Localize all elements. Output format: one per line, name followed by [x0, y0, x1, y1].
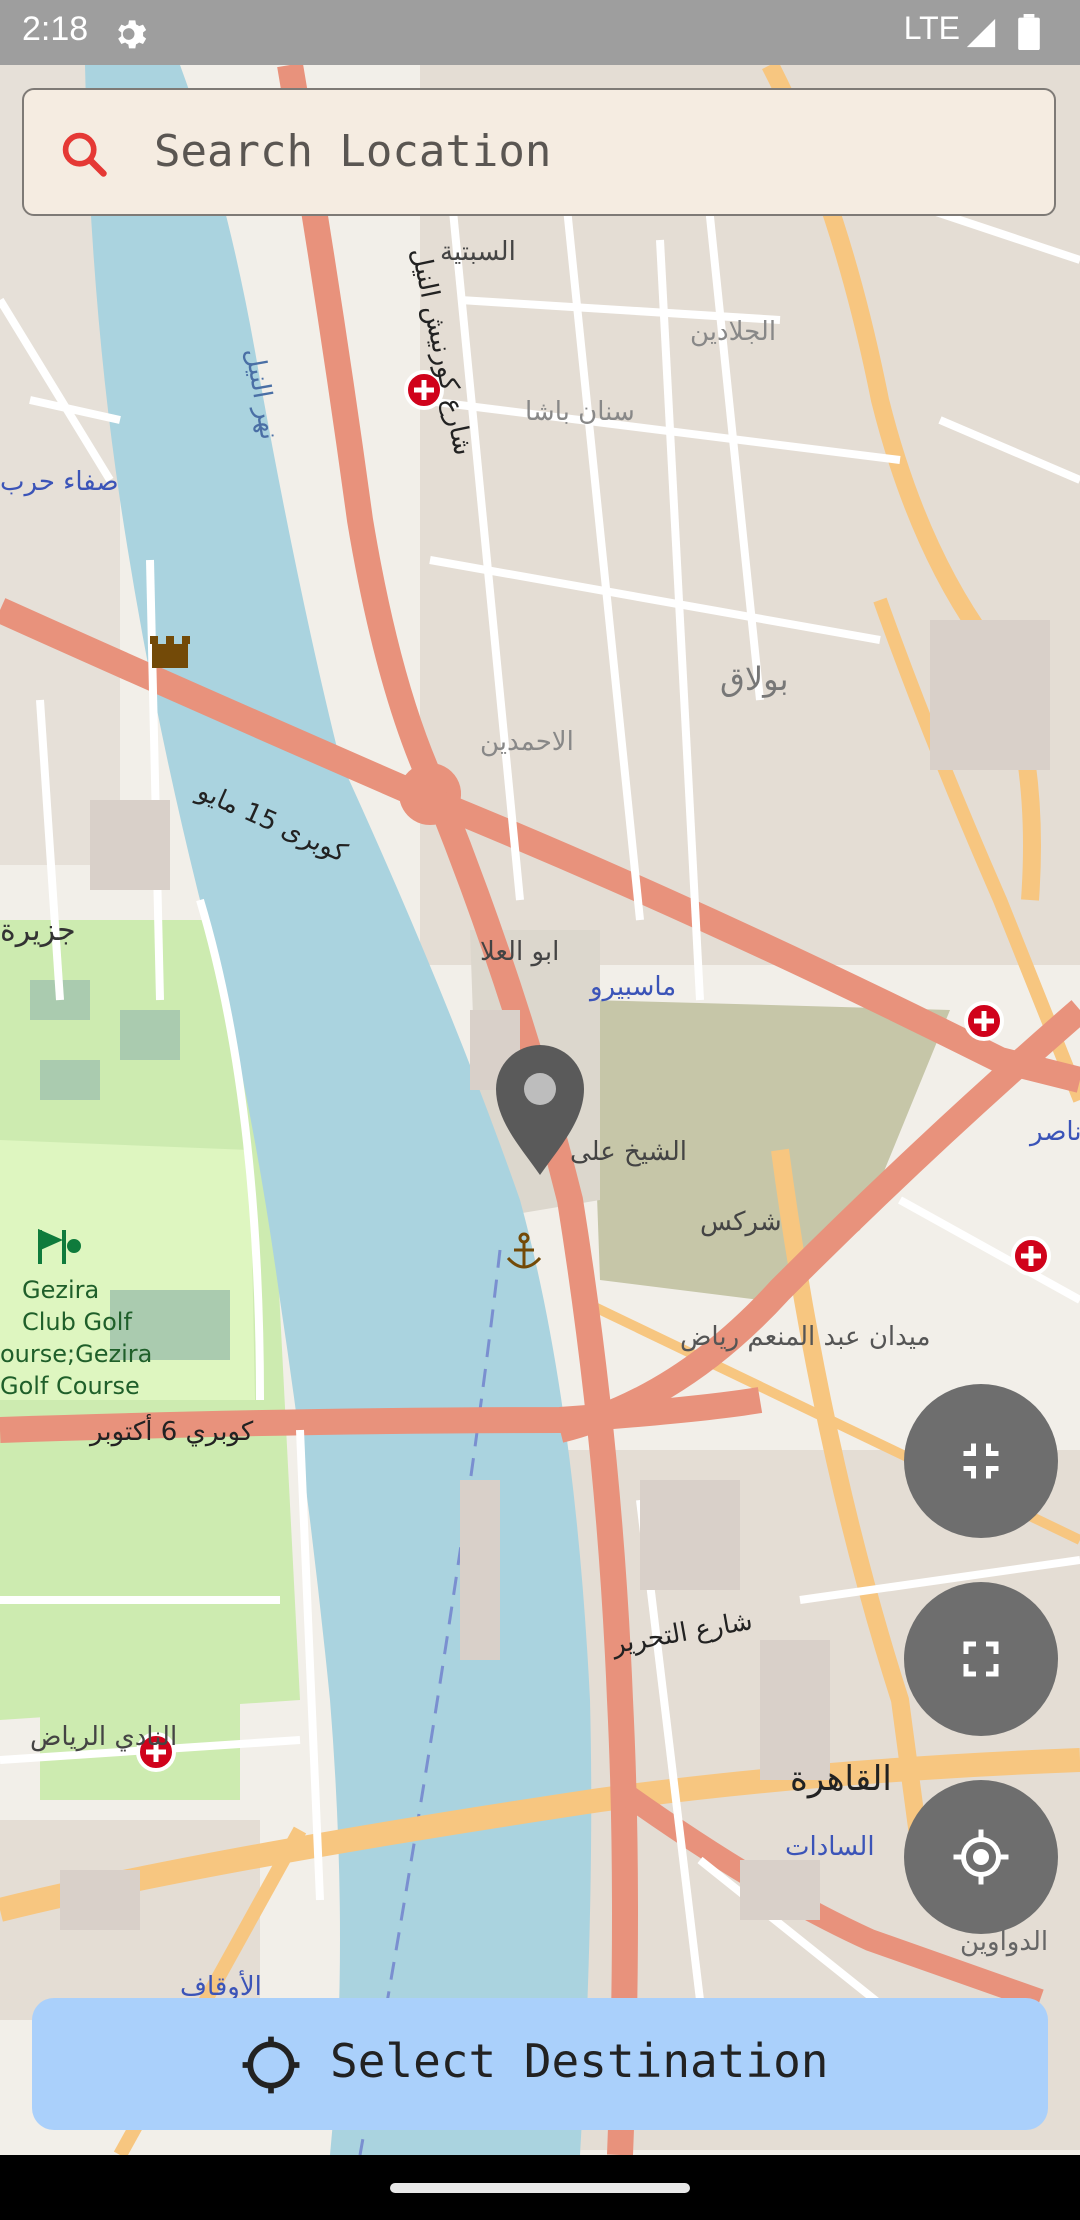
map-label-gezira-club-3: ourse;Gezira — [0, 1340, 152, 1368]
map-label-sherkes: شركس — [700, 1207, 782, 1237]
hospital-marker — [964, 1001, 1004, 1041]
expand-map-button[interactable] — [904, 1582, 1058, 1736]
collapse-icon — [963, 1443, 999, 1479]
map-label-sadat: السادات — [785, 1832, 875, 1862]
battery-icon — [1018, 14, 1040, 50]
castle-icon — [150, 636, 190, 668]
status-time: 2:18 — [22, 10, 89, 48]
map-label-gezira: جزيرة — [0, 913, 76, 948]
navigation-bar — [0, 2155, 1080, 2220]
select-destination-button[interactable]: Select Destination — [32, 1998, 1048, 2130]
search-input[interactable]: Search Location — [154, 126, 551, 177]
collapse-map-button[interactable] — [904, 1384, 1058, 1538]
map-label-midan: ميدان عبد المنعم رياض — [680, 1322, 931, 1352]
map-label-tahrir-club: النادي الرياض — [30, 1722, 177, 1752]
map-label-ahmadeen: الاحمدين — [480, 727, 574, 757]
signal-icon — [966, 18, 996, 48]
select-destination-label: Select Destination — [330, 2034, 829, 2088]
hospital-marker — [1011, 1236, 1051, 1276]
gear-icon — [118, 20, 147, 49]
map-label-safa: صفاء حرب — [0, 467, 119, 497]
map-label-bulaq: بولاق — [720, 660, 789, 698]
search-icon — [62, 132, 107, 177]
map-label-nasser: ناصر — [1028, 1117, 1080, 1147]
map-label-abu-el-ela: ابو العلا — [480, 937, 559, 967]
status-bar: 2:18 LTE — [0, 0, 1080, 65]
network-type: LTE — [903, 10, 960, 46]
map-label-jaladin: الجلادين — [690, 317, 776, 347]
expand-icon — [963, 1641, 999, 1677]
home-gesture-handle[interactable] — [390, 2183, 690, 2193]
my-location-button[interactable] — [904, 1780, 1058, 1934]
map-label-gezira-club-4: Golf Course — [0, 1372, 140, 1400]
my-location-icon — [953, 1829, 1009, 1885]
map-label-gezira-club-2: Club Golf — [22, 1308, 132, 1336]
map-label-maspero: ماسبيرو — [588, 972, 676, 1002]
search-bar[interactable]: Search Location — [22, 88, 1056, 216]
map-label-gezira-club-1: Gezira — [22, 1276, 99, 1304]
target-icon — [242, 2036, 300, 2094]
map-label-cairo: القاهرة — [790, 1759, 892, 1799]
map-label-sinan-pasha: سنان باشا — [525, 397, 635, 427]
map-label-sabtiyya: السبتية — [440, 237, 516, 267]
map-label-sheikh-ali: الشيخ على — [570, 1137, 687, 1167]
map-label-kobri-6-october: كوبري 6 أكتوبر — [88, 1413, 254, 1447]
